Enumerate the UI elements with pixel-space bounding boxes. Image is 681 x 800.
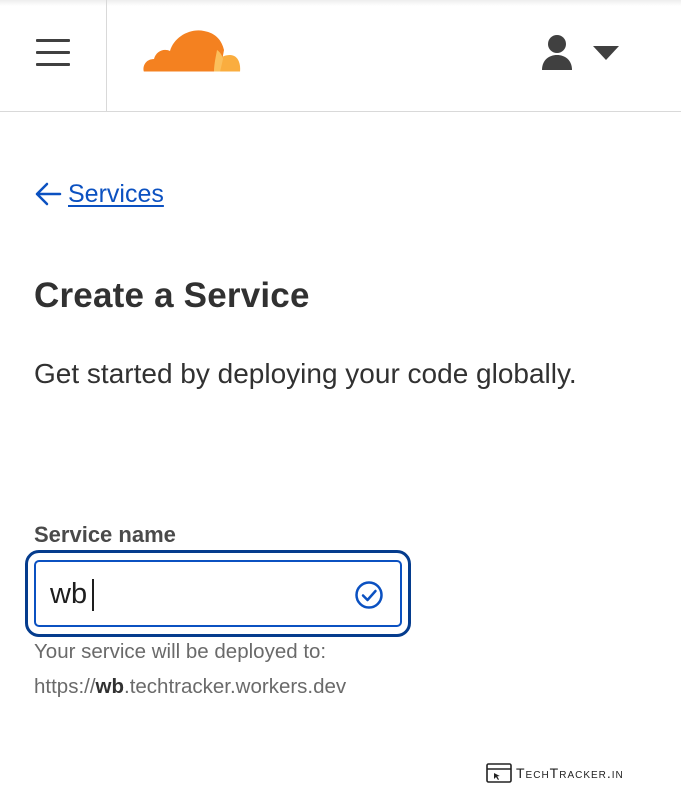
deploy-url-help: Your service will be deployed to: https:… xyxy=(34,634,346,704)
deploy-help-text: Your service will be deployed to: xyxy=(34,640,327,663)
back-to-services-link[interactable]: Services xyxy=(34,178,164,210)
deploy-url: https://wb.techtracker.workers.dev xyxy=(34,669,346,704)
top-bar xyxy=(0,0,681,112)
arrow-left-icon xyxy=(35,182,62,206)
watermark-text: TechTracker.in xyxy=(516,765,624,781)
user-menu[interactable] xyxy=(536,34,626,74)
deploy-url-name: wb xyxy=(95,675,124,698)
watermark: TechTracker.in xyxy=(486,762,624,784)
deploy-url-scheme: https:// xyxy=(34,675,96,698)
back-link-label: Services xyxy=(68,179,164,208)
user-icon xyxy=(542,35,572,70)
check-circle-icon xyxy=(355,581,383,609)
menu-cell xyxy=(0,0,107,112)
hamburger-menu-icon[interactable] xyxy=(30,33,76,73)
page-title: Create a Service xyxy=(34,276,310,315)
caret-down-icon xyxy=(593,46,619,60)
deploy-url-domain: .techtracker.workers.dev xyxy=(124,675,347,698)
cloudflare-logo[interactable] xyxy=(140,26,242,74)
text-cursor xyxy=(92,579,94,611)
page-subtitle: Get started by deploying your code globa… xyxy=(34,358,577,389)
service-name-label: Service name xyxy=(34,522,176,547)
service-name-focus-ring xyxy=(25,550,411,637)
service-name-field xyxy=(34,560,402,627)
browser-window-icon xyxy=(486,763,512,783)
